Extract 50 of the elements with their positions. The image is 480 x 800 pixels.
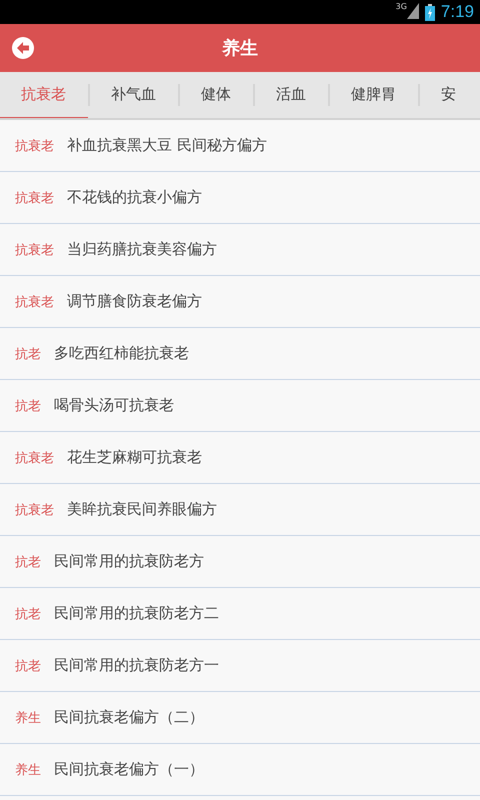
article-row[interactable]: 抗衰老 补血抗衰黑大豆 民间秘方偏方	[0, 120, 480, 172]
article-title: 美眸抗衰民间养眼偏方	[67, 500, 217, 519]
article-tag: 抗衰老	[15, 240, 54, 258]
article-title: 花生芝麻糊可抗衰老	[67, 448, 202, 467]
article-row[interactable]: 抗衰老 花生芝麻糊可抗衰老	[0, 432, 480, 484]
article-row[interactable]: 抗老 多吃西红柿能抗衰老	[0, 328, 480, 380]
article-title: 多吃西红柿能抗衰老	[54, 344, 189, 363]
signal-icon	[406, 3, 419, 19]
battery-icon	[424, 4, 435, 20]
article-tag: 抗老	[15, 604, 41, 622]
article-title: 调节膳食防衰老偏方	[67, 292, 202, 311]
category-tab[interactable]: 健体	[180, 72, 253, 118]
article-tag: 养生	[15, 708, 41, 726]
article-title: 不花钱的抗衰小偏方	[67, 188, 202, 207]
article-tag: 抗衰老	[15, 292, 54, 310]
article-tag: 抗老	[15, 552, 41, 570]
article-title: 民间抗衰老偏方（一）	[54, 760, 204, 779]
article-row[interactable]: 抗衰老 美眸抗衰民间养眼偏方	[0, 484, 480, 536]
article-tag: 抗衰老	[15, 136, 54, 154]
article-title: 当归药膳抗衰美容偏方	[67, 240, 217, 259]
article-tag: 抗老	[15, 344, 41, 362]
article-row[interactable]: 抗衰老 当归药膳抗衰美容偏方	[0, 224, 480, 276]
screen-title: 养生	[222, 37, 258, 60]
article-title: 补血抗衰黑大豆 民间秘方偏方	[67, 136, 267, 155]
article-tag: 抗衰老	[15, 188, 54, 206]
article-row[interactable]: 养生 民间抗衰老偏方（二）	[0, 692, 480, 744]
article-title: 民间常用的抗衰防老方二	[54, 604, 219, 623]
back-icon[interactable]	[12, 37, 34, 59]
article-tag: 抗老	[15, 656, 41, 674]
article-tag: 养生	[15, 760, 41, 778]
category-tab[interactable]: 补气血	[90, 72, 178, 118]
article-row[interactable]: 抗老 喝骨头汤可抗衰老	[0, 380, 480, 432]
article-row[interactable]: 养生 民间抗衰老偏方（一）	[0, 744, 480, 796]
article-title: 民间抗衰老偏方（二）	[54, 708, 204, 727]
article-title: 民间常用的抗衰防老方	[54, 552, 204, 571]
article-row[interactable]: 抗衰老 调节膳食防衰老偏方	[0, 276, 480, 328]
network-type: 3G	[396, 3, 407, 11]
article-row[interactable]: 抗老 民间常用的抗衰防老方二	[0, 588, 480, 640]
article-row[interactable]: 抗老 民间常用的抗衰防老方一	[0, 640, 480, 692]
article-tag: 抗衰老	[15, 500, 54, 518]
category-tab[interactable]: 健脾胃	[330, 72, 418, 118]
category-tab[interactable]: 活血	[255, 72, 328, 118]
category-tab[interactable]: 安	[420, 72, 478, 118]
article-row[interactable]: 抗衰老 不花钱的抗衰小偏方	[0, 172, 480, 224]
article-row[interactable]: 抗老 民间常用的抗衰防老方	[0, 536, 480, 588]
article-tag: 抗老	[15, 396, 41, 414]
article-tag: 抗衰老	[15, 448, 54, 466]
clock: 7:19	[440, 2, 474, 22]
article-title: 民间常用的抗衰防老方一	[54, 656, 219, 675]
article-title: 喝骨头汤可抗衰老	[54, 396, 174, 415]
